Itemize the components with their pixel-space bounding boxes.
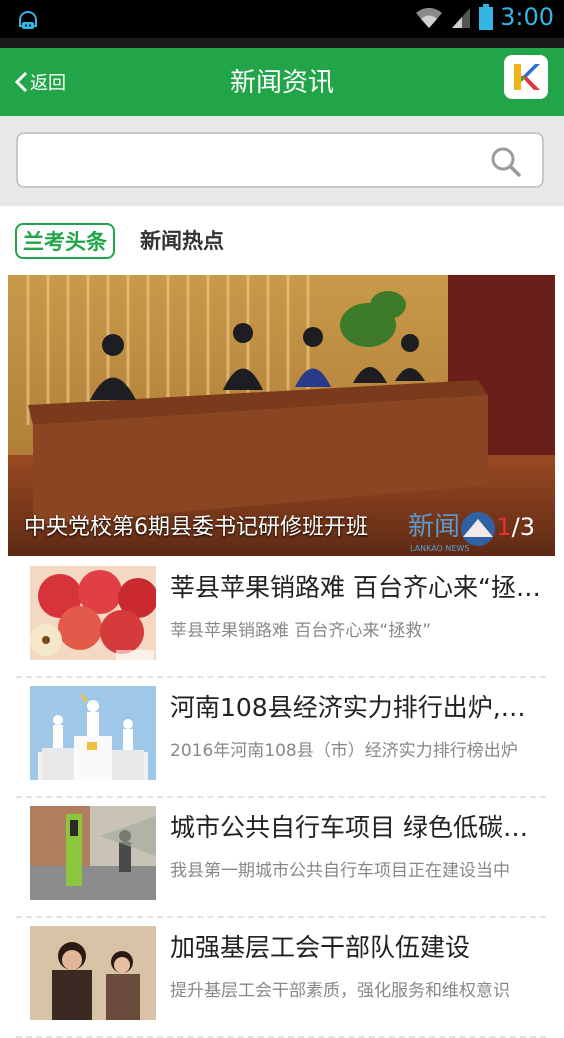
- tab-news-hotspots[interactable]: 新闻热点: [140, 226, 224, 256]
- battery-icon: [479, 4, 494, 30]
- wifi-icon: [416, 7, 443, 28]
- app-logo-button[interactable]: [504, 55, 548, 99]
- watermark-text: 新闻: [408, 512, 460, 542]
- news-item[interactable]: 加强基层工会干部队伍建设 提升基层工会干部素质，强化服务和维权意识: [16, 918, 546, 1038]
- apples-thumbnail: [30, 566, 156, 660]
- banner-pager: 1 /3: [496, 513, 535, 541]
- page-title: 新闻资讯: [229, 68, 334, 98]
- pager-total: /3: [511, 513, 535, 541]
- search-box: [16, 132, 544, 188]
- k-logo-icon: [514, 64, 540, 90]
- search-input[interactable]: [28, 142, 482, 180]
- news-item[interactable]: 城市公共自行车项目 绿色低碳出行 我县第一期城市公共自行车项目正在建设当中: [16, 798, 550, 918]
- status-time: 3:00: [500, 3, 554, 31]
- search-area: [0, 116, 564, 206]
- news-item[interactable]: 莘县苹果销路难 百台齐心来“拯救” 莘县苹果销路难 百台齐心来“拯救”: [16, 558, 550, 678]
- bike-station-thumbnail: [30, 806, 156, 900]
- signal-icon: [452, 8, 471, 28]
- news-summary: 我县第一期城市公共自行车项目正在建设当中: [170, 861, 510, 881]
- news-item[interactable]: 河南108县经济实力排行出炉,兰考… 2016年河南108县（市）经济实力排行榜…: [16, 678, 550, 798]
- meeting-thumbnail: [30, 926, 156, 1020]
- search-icon[interactable]: [490, 146, 522, 178]
- banner-caption: 中央党校第6期县委书记研修班开班: [24, 515, 368, 540]
- news-title: 城市公共自行车项目 绿色低碳出行: [170, 813, 550, 842]
- watermark-sub: LANKAO NEWS: [410, 544, 469, 553]
- news-tabs: 兰考头条 新闻热点: [0, 206, 564, 274]
- app-bar: 返回 新闻资讯: [0, 48, 564, 116]
- news-summary: 提升基层工会干部素质，强化服务和维权意识: [170, 981, 510, 1001]
- notification-icon: [19, 11, 37, 29]
- news-title: 莘县苹果销路难 百台齐心来“拯救”: [170, 573, 550, 602]
- banner-carousel[interactable]: 新闻 LANKAO NEWS 中央党校第6期县委书记研修班开班 1 /3: [8, 275, 555, 556]
- status-bar: 3:00: [0, 0, 564, 38]
- tab-lankao-headlines[interactable]: 兰考头条: [15, 223, 115, 259]
- podium-thumbnail: [30, 686, 156, 780]
- news-summary: 2016年河南108县（市）经济实力排行榜出炉: [170, 741, 518, 761]
- news-title: 河南108县经济实力排行出炉,兰考…: [170, 693, 550, 722]
- status-divider: [0, 38, 564, 48]
- news-list: 莘县苹果销路难 百台齐心来“拯救” 莘县苹果销路难 百台齐心来“拯救” 河南10…: [0, 558, 564, 1038]
- news-title: 加强基层工会干部队伍建设: [170, 933, 471, 962]
- news-summary: 莘县苹果销路难 百台齐心来“拯救”: [170, 621, 432, 641]
- pager-current: 1: [496, 513, 512, 541]
